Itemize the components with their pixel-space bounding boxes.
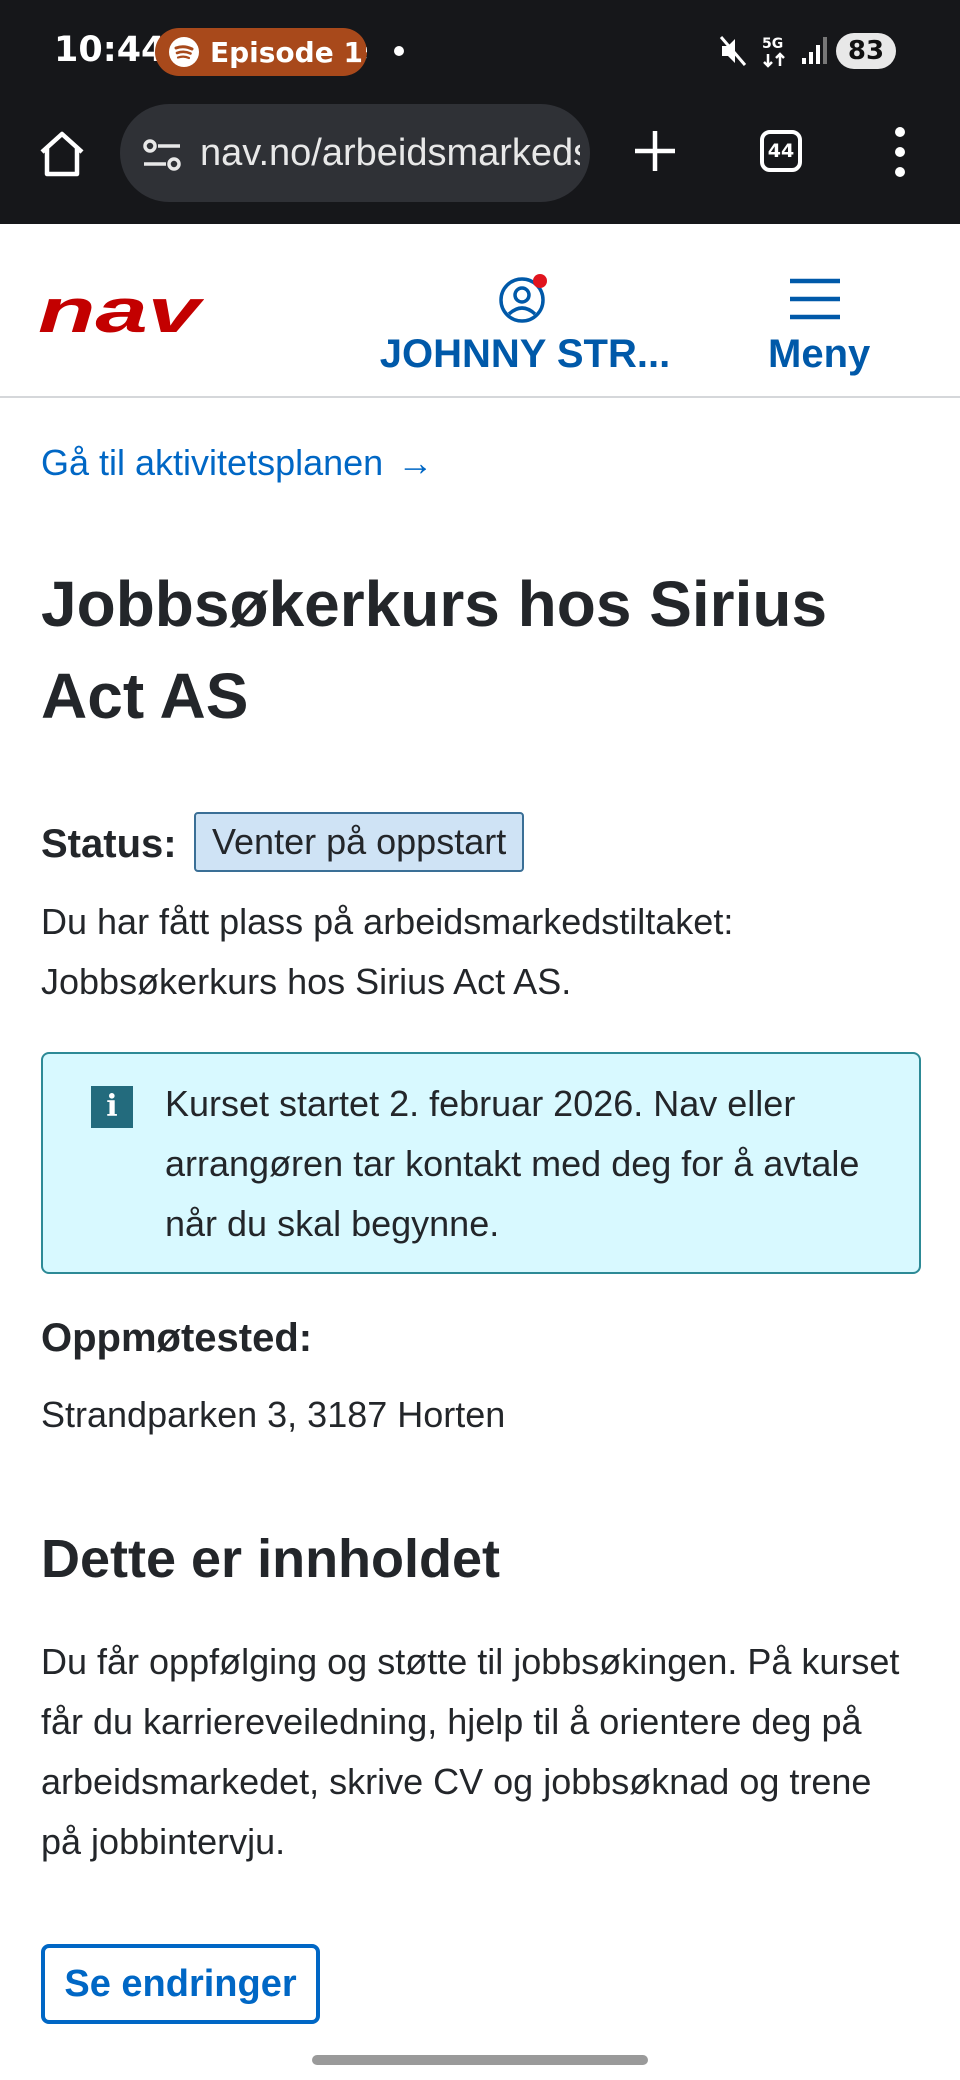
user-icon [499,274,547,323]
status-bar: 10:44 Episode 1: 5G 83 [0,0,960,100]
browser-toolbar: nav.no/arbeidsmarkedstiltak 44 [0,100,960,224]
media-label: Episode 1: [210,36,367,69]
url-text[interactable]: nav.no/arbeidsmarkedstiltak [200,132,580,175]
info-text: Kurset startet 2. februar 2026. Nav elle… [165,1083,860,1244]
mute-icon [719,36,747,66]
gesture-bar[interactable] [312,2055,648,2065]
more-vert-icon[interactable] [888,124,912,180]
activity-plan-link-label[interactable]: Gå til aktivitetsplanen [41,442,383,483]
menu-label[interactable]: Meny [768,332,870,377]
5g-icon: 5G [762,36,785,68]
site-header: nav JOHNNY STR... Meny [0,224,960,398]
media-pill[interactable]: Episode 1: [155,28,367,76]
see-changes-button[interactable]: Se endringer [41,1944,320,2024]
section-text: Du får oppfølging og støtte til jobbsøki… [41,1641,900,1862]
status-description: Du har fått plass på arbeidsmarkedstilta… [41,901,734,1002]
page-title: Jobbsøkerkurs hos Sirius Act AS [41,568,828,732]
activity-plan-link[interactable]: Gå til aktivitetsplanen → [41,442,433,484]
nav-logo[interactable]: nav [38,284,204,340]
svg-text:5G: 5G [762,36,783,52]
tabs-icon[interactable]: 44 [760,130,802,172]
venue-label: Oppmøtested: [41,1316,313,1360]
plus-icon[interactable] [630,126,680,176]
status-badge: Venter på oppstart [194,812,525,872]
notification-dot-icon [533,274,547,288]
home-icon[interactable] [36,128,88,180]
signal-icon [802,37,827,64]
notification-dot [394,46,404,56]
user-name[interactable]: JOHNNY STR... [370,332,680,377]
info-icon: i [91,1086,133,1128]
arrow-right-icon[interactable]: → [397,442,433,483]
status-label: Status: [41,822,177,866]
spotify-icon [169,37,199,67]
address-bar[interactable]: nav.no/arbeidsmarkedstiltak [120,104,590,202]
battery-indicator: 83 [836,33,896,69]
status-time: 10:44 [54,30,166,70]
venue-address: Strandparken 3, 3187 Horten [41,1394,506,1435]
logo-text: nav [38,284,204,340]
tune-icon[interactable] [142,138,182,172]
info-alert: i Kurset startet 2. februar 2026. Nav el… [41,1052,921,1274]
menu-button[interactable]: Meny [756,248,892,378]
hamburger-icon [790,278,840,320]
section-title: Dette er innholdet [41,1529,501,1589]
user-menu-button[interactable]: JOHNNY STR... [370,248,680,378]
